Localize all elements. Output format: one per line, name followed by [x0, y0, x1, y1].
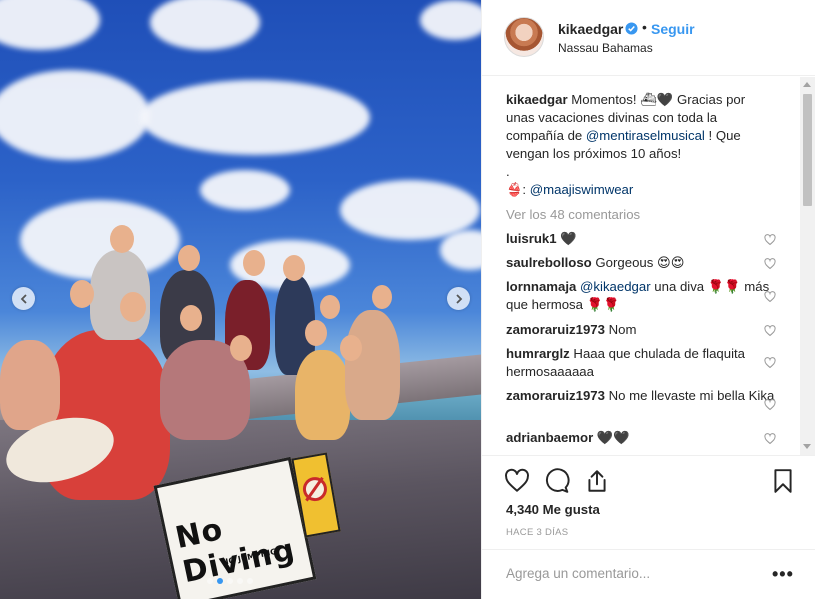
photo-head — [340, 335, 362, 361]
comment-text: No me llevaste mi bella Kika — [608, 388, 775, 403]
header-separator: • — [642, 19, 647, 35]
bookmark-icon[interactable] — [770, 468, 796, 494]
add-comment-bar: Agrega un comentario... ••• — [482, 549, 815, 599]
view-all-comments-link[interactable]: Ver los 48 comentarios — [506, 207, 640, 222]
comment-input[interactable]: Agrega un comentario... — [506, 566, 650, 581]
photo-person — [0, 340, 60, 430]
comment-like-icon[interactable] — [764, 258, 776, 270]
caption-mention-link[interactable]: @mentiraselmusical — [586, 128, 705, 143]
photo-head — [372, 285, 392, 309]
carousel-dot — [217, 578, 223, 584]
comment-row: zamoraruiz1973 No me llevaste mi bella K… — [506, 387, 776, 405]
comment-username[interactable]: zamoraruiz1973 — [506, 322, 605, 337]
chevron-left-icon — [20, 293, 27, 304]
comment-username[interactable]: zamoraruiz1973 — [506, 388, 605, 403]
scroll-thumb[interactable] — [803, 94, 812, 206]
comment-row: lornnamaja @kikaedgar una diva 🌹🌹 más qu… — [506, 278, 776, 314]
photo-person — [295, 350, 350, 440]
scroll-up-arrow-icon[interactable] — [803, 82, 811, 87]
photo-person — [345, 310, 400, 420]
follow-button[interactable]: Seguir — [651, 21, 695, 37]
photo-head — [283, 255, 305, 281]
chevron-right-icon — [455, 293, 462, 304]
comments-section[interactable]: kikaedgar Momentos! ⛴🖤 Gracias por unas … — [482, 77, 815, 455]
comments-scrollbar[interactable] — [800, 77, 815, 455]
carousel-next-button[interactable] — [447, 287, 470, 310]
comment-username[interactable]: adrianbaemor — [506, 430, 593, 445]
comment-row: saulrebolloso Gorgeous 😍😍 — [506, 254, 776, 272]
more-options-icon[interactable]: ••• — [772, 564, 794, 585]
comment-text: Gorgeous 😍😍 — [595, 255, 685, 270]
comment-like-icon[interactable] — [764, 325, 776, 337]
comment-mention-link[interactable]: @kikaedgar — [580, 279, 651, 294]
photo-head — [180, 305, 202, 331]
comment-like-icon[interactable] — [764, 399, 776, 411]
caption-username[interactable]: kikaedgar — [506, 92, 568, 107]
post-header: kikaedgar • Seguir Nassau Bahamas — [482, 0, 815, 76]
sign-text: No Diving — [172, 511, 299, 591]
like-heart-icon[interactable] — [504, 468, 530, 494]
photo-head — [110, 225, 134, 253]
photo-cloud — [150, 0, 260, 50]
comment-like-icon[interactable] — [764, 357, 776, 369]
comment-username[interactable]: saulrebolloso — [506, 255, 592, 270]
post-side-panel: kikaedgar • Seguir Nassau Bahamas kikaed… — [481, 0, 815, 599]
post-photo[interactable]: No Diving NO JUMPING — [0, 0, 481, 599]
comment-text: Nom — [608, 322, 637, 337]
carousel-dot — [207, 578, 213, 584]
carousel-dot — [237, 578, 243, 584]
comment-username[interactable]: luisruk1 — [506, 231, 557, 246]
comment-row: luisruk1 🖤 — [506, 230, 776, 248]
comment-like-icon[interactable] — [764, 433, 776, 445]
carousel-dot — [227, 578, 233, 584]
share-icon[interactable] — [584, 468, 610, 494]
comment-like-icon[interactable] — [764, 291, 776, 303]
carousel-prev-button[interactable] — [12, 287, 35, 310]
verified-badge-icon — [625, 22, 638, 35]
photo-head — [178, 245, 200, 271]
comment-text: 🖤🖤 — [596, 430, 630, 445]
post-actions: 4,340 Me gusta HACE 3 DÍAS — [482, 455, 815, 561]
comment-username[interactable]: lornnamaja — [506, 279, 576, 294]
photo-head — [243, 250, 265, 276]
likes-count[interactable]: 4,340 Me gusta — [506, 502, 600, 517]
carousel-indicator — [207, 578, 253, 584]
scroll-down-arrow-icon[interactable] — [803, 444, 811, 449]
photo-head — [230, 335, 252, 361]
comment-username[interactable]: humrarglz — [506, 346, 570, 361]
photo-cloud — [200, 170, 290, 210]
photo-cloud — [420, 0, 481, 40]
comment-like-icon[interactable] — [764, 234, 776, 246]
photo-cloud — [0, 0, 100, 50]
post-timestamp[interactable]: HACE 3 DÍAS — [506, 527, 568, 538]
avatar[interactable] — [504, 17, 544, 57]
post-location[interactable]: Nassau Bahamas — [558, 41, 653, 55]
caption-dot: . — [506, 164, 510, 179]
photo-head — [320, 295, 340, 319]
comment-row: zamoraruiz1973 Nom — [506, 321, 776, 339]
photo-cloud — [140, 80, 370, 155]
carousel-dot — [247, 578, 253, 584]
comment-row: humrarglz Haaa que chulada de flaquita h… — [506, 345, 776, 381]
post-caption: kikaedgar Momentos! ⛴🖤 Gracias por unas … — [506, 91, 776, 199]
photo-cloud — [440, 230, 481, 270]
caption-mention-link[interactable]: @maajiswimwear — [530, 182, 634, 197]
photo-head — [70, 280, 94, 308]
photo-head — [305, 320, 327, 346]
comment-text: 🖤 — [560, 231, 577, 246]
comment-bubble-icon[interactable] — [544, 468, 570, 494]
header-username[interactable]: kikaedgar — [558, 21, 623, 37]
photo-cloud — [0, 70, 150, 160]
photo-head — [120, 292, 146, 322]
comment-row: adrianbaemor 🖤🖤 — [506, 429, 776, 447]
caption-text: 👙: — [506, 182, 527, 197]
